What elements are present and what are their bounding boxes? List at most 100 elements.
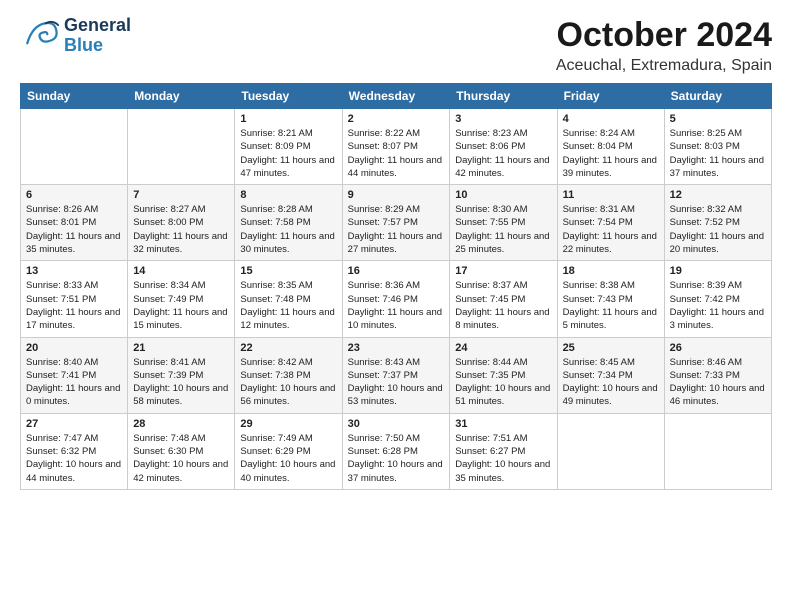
calendar-cell: 7 Sunrise: 8:27 AMSunset: 8:00 PMDaylight… [128, 185, 235, 261]
day-number: 13 [26, 265, 122, 277]
day-info: Sunrise: 8:28 AMSunset: 7:58 PMDaylight:… [240, 203, 336, 256]
calendar-cell: 23 Sunrise: 8:43 AMSunset: 7:37 PMDayligh… [342, 337, 450, 413]
day-number: 25 [563, 342, 659, 354]
day-number: 18 [563, 265, 659, 277]
calendar-cell: 31 Sunrise: 7:51 AMSunset: 6:27 PMDayligh… [450, 413, 557, 489]
calendar-cell: 20 Sunrise: 8:40 AMSunset: 7:41 PMDayligh… [21, 337, 128, 413]
month-title: October 2024 [556, 16, 772, 55]
calendar-cell: 15 Sunrise: 8:35 AMSunset: 7:48 PMDayligh… [235, 261, 342, 337]
day-number: 3 [455, 113, 551, 125]
calendar-cell: 8 Sunrise: 8:28 AMSunset: 7:58 PMDaylight… [235, 185, 342, 261]
calendar-header-friday: Friday [557, 84, 664, 109]
calendar-cell: 19 Sunrise: 8:39 AMSunset: 7:42 PMDayligh… [664, 261, 771, 337]
header: General Blue October 2024 Aceuchal, Extr… [20, 16, 772, 75]
day-info: Sunrise: 8:43 AMSunset: 7:37 PMDaylight:… [348, 356, 445, 409]
day-number: 8 [240, 189, 336, 201]
day-number: 1 [240, 113, 336, 125]
day-info: Sunrise: 8:31 AMSunset: 7:54 PMDaylight:… [563, 203, 659, 256]
calendar-cell: 25 Sunrise: 8:45 AMSunset: 7:34 PMDayligh… [557, 337, 664, 413]
day-number: 15 [240, 265, 336, 277]
day-info: Sunrise: 7:49 AMSunset: 6:29 PMDaylight:… [240, 432, 336, 485]
calendar-week-row: 6Sunrise: 8:26 AMSunset: 8:01 PMDaylight… [21, 185, 772, 261]
day-info: Sunrise: 8:40 AMSunset: 7:41 PMDaylight:… [26, 356, 122, 409]
day-info: Sunrise: 8:27 AMSunset: 8:00 PMDaylight:… [133, 203, 229, 256]
calendar-cell [557, 413, 664, 489]
calendar-week-row: 1 Sunrise: 8:21 AMSunset: 8:09 PMDaylight… [21, 109, 772, 185]
day-info: Sunrise: 8:42 AMSunset: 7:38 PMDaylight:… [240, 356, 336, 409]
logo-icon [20, 16, 60, 56]
day-number: 23 [348, 342, 445, 354]
calendar-cell: 11 Sunrise: 8:31 AMSunset: 7:54 PMDayligh… [557, 185, 664, 261]
day-number: 26 [670, 342, 766, 354]
day-number: 28 [133, 418, 229, 430]
day-number: 21 [133, 342, 229, 354]
day-info: Sunrise: 8:23 AMSunset: 8:06 PMDaylight:… [455, 127, 551, 180]
day-info: Sunrise: 8:30 AMSunset: 7:55 PMDaylight:… [455, 203, 551, 256]
calendar-cell [21, 109, 128, 185]
day-info: Sunrise: 8:32 AMSunset: 7:52 PMDaylight:… [670, 203, 766, 256]
day-info: Sunrise: 7:51 AMSunset: 6:27 PMDaylight:… [455, 432, 551, 485]
day-info: Sunrise: 7:48 AMSunset: 6:30 PMDaylight:… [133, 432, 229, 485]
calendar-week-row: 27 Sunrise: 7:47 AMSunset: 6:32 PMDayligh… [21, 413, 772, 489]
calendar-week-row: 20 Sunrise: 8:40 AMSunset: 7:41 PMDayligh… [21, 337, 772, 413]
day-info: Sunrise: 8:39 AMSunset: 7:42 PMDaylight:… [670, 279, 766, 332]
calendar-cell: 6Sunrise: 8:26 AMSunset: 8:01 PMDaylight… [21, 185, 128, 261]
day-info: Sunrise: 8:34 AMSunset: 7:49 PMDaylight:… [133, 279, 229, 332]
day-info: Sunrise: 8:22 AMSunset: 8:07 PMDaylight:… [348, 127, 445, 180]
day-number: 4 [563, 113, 659, 125]
logo-blue-text: Blue [64, 36, 131, 56]
day-number: 31 [455, 418, 551, 430]
calendar-cell: 28 Sunrise: 7:48 AMSunset: 6:30 PMDayligh… [128, 413, 235, 489]
day-info: Sunrise: 8:25 AMSunset: 8:03 PMDaylight:… [670, 127, 766, 180]
calendar-cell: 26 Sunrise: 8:46 AMSunset: 7:33 PMDayligh… [664, 337, 771, 413]
title-block: October 2024 Aceuchal, Extremadura, Spai… [556, 16, 772, 75]
calendar-cell: 10 Sunrise: 8:30 AMSunset: 7:55 PMDayligh… [450, 185, 557, 261]
day-info: Sunrise: 7:50 AMSunset: 6:28 PMDaylight:… [348, 432, 445, 485]
calendar-cell: 5 Sunrise: 8:25 AMSunset: 8:03 PMDaylight… [664, 109, 771, 185]
day-number: 10 [455, 189, 551, 201]
calendar-header-monday: Monday [128, 84, 235, 109]
day-number: 20 [26, 342, 122, 354]
calendar-table: SundayMondayTuesdayWednesdayThursdayFrid… [20, 83, 772, 490]
day-number: 29 [240, 418, 336, 430]
day-number: 11 [563, 189, 659, 201]
day-info: Sunrise: 8:44 AMSunset: 7:35 PMDaylight:… [455, 356, 551, 409]
calendar-cell [664, 413, 771, 489]
day-info: Sunrise: 8:35 AMSunset: 7:48 PMDaylight:… [240, 279, 336, 332]
calendar-cell: 29 Sunrise: 7:49 AMSunset: 6:29 PMDayligh… [235, 413, 342, 489]
calendar-cell: 17Sunrise: 8:37 AMSunset: 7:45 PMDayligh… [450, 261, 557, 337]
calendar-cell: 13 Sunrise: 8:33 AMSunset: 7:51 PMDayligh… [21, 261, 128, 337]
day-info: Sunrise: 8:21 AMSunset: 8:09 PMDaylight:… [240, 127, 336, 180]
day-info: Sunrise: 8:46 AMSunset: 7:33 PMDaylight:… [670, 356, 766, 409]
calendar-header-wednesday: Wednesday [342, 84, 450, 109]
calendar-header-row: SundayMondayTuesdayWednesdayThursdayFrid… [21, 84, 772, 109]
day-number: 12 [670, 189, 766, 201]
day-info: Sunrise: 8:41 AMSunset: 7:39 PMDaylight:… [133, 356, 229, 409]
day-number: 5 [670, 113, 766, 125]
calendar-cell: 9Sunrise: 8:29 AMSunset: 7:57 PMDaylight… [342, 185, 450, 261]
day-number: 27 [26, 418, 122, 430]
day-info: Sunrise: 7:47 AMSunset: 6:32 PMDaylight:… [26, 432, 122, 485]
calendar-header-sunday: Sunday [21, 84, 128, 109]
calendar-cell: 14Sunrise: 8:34 AMSunset: 7:49 PMDayligh… [128, 261, 235, 337]
day-number: 19 [670, 265, 766, 277]
calendar-cell: 24 Sunrise: 8:44 AMSunset: 7:35 PMDayligh… [450, 337, 557, 413]
day-info: Sunrise: 8:24 AMSunset: 8:04 PMDaylight:… [563, 127, 659, 180]
page: General Blue October 2024 Aceuchal, Extr… [0, 0, 792, 500]
calendar-cell [128, 109, 235, 185]
logo-words: General Blue [64, 16, 131, 56]
day-info: Sunrise: 8:33 AMSunset: 7:51 PMDaylight:… [26, 279, 122, 332]
calendar-cell: 12 Sunrise: 8:32 AMSunset: 7:52 PMDayligh… [664, 185, 771, 261]
day-number: 7 [133, 189, 229, 201]
day-number: 24 [455, 342, 551, 354]
logo-general-text: General [64, 16, 131, 36]
day-number: 16 [348, 265, 445, 277]
calendar-cell: 21 Sunrise: 8:41 AMSunset: 7:39 PMDayligh… [128, 337, 235, 413]
calendar-week-row: 13 Sunrise: 8:33 AMSunset: 7:51 PMDayligh… [21, 261, 772, 337]
location-title: Aceuchal, Extremadura, Spain [556, 57, 772, 75]
calendar-cell: 16Sunrise: 8:36 AMSunset: 7:46 PMDayligh… [342, 261, 450, 337]
day-number: 22 [240, 342, 336, 354]
day-number: 17 [455, 265, 551, 277]
calendar-cell: 4 Sunrise: 8:24 AMSunset: 8:04 PMDaylight… [557, 109, 664, 185]
day-info: Sunrise: 8:45 AMSunset: 7:34 PMDaylight:… [563, 356, 659, 409]
